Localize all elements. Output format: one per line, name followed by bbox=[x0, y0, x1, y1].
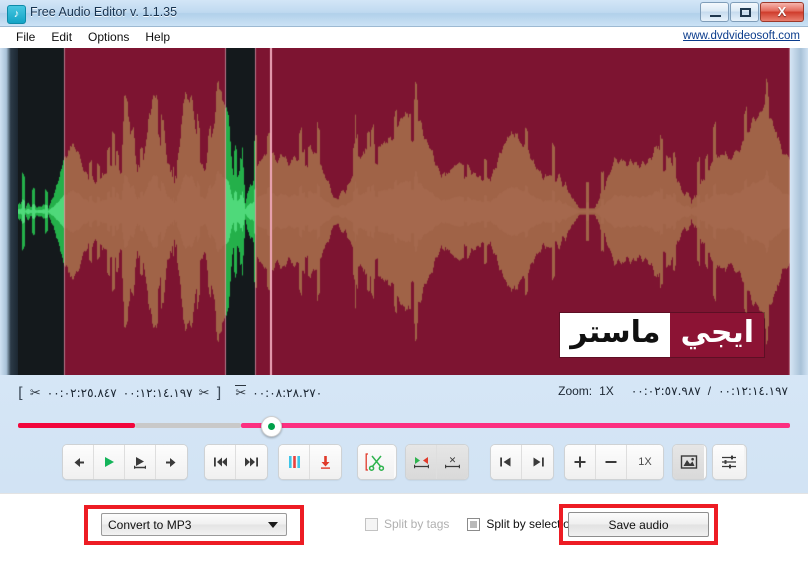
bracket-open: [ bbox=[18, 384, 24, 402]
minimize-icon bbox=[710, 15, 721, 17]
slider-segment-remaining bbox=[241, 423, 790, 428]
playback-progress-slider[interactable] bbox=[18, 416, 790, 437]
music-note-icon: ♪ bbox=[7, 5, 26, 24]
cursor-time: ٠٠:٠٨:٢٨.٢٧٠ bbox=[252, 386, 323, 400]
delete-region-button[interactable]: ✕ bbox=[437, 445, 468, 479]
checkbox-box-selections[interactable] bbox=[467, 517, 481, 531]
selection-start-time: ٠٠:٠٢:٢٥.٨٤٧ bbox=[46, 386, 117, 400]
menu-items: File Edit Options Help bbox=[8, 27, 178, 47]
bottom-edge bbox=[0, 556, 808, 560]
close-icon: X bbox=[777, 4, 787, 19]
split-by-tags-checkbox: Split by tags bbox=[365, 517, 449, 531]
zoom-value: 1X bbox=[599, 384, 614, 398]
previous-marker-button[interactable] bbox=[491, 445, 522, 479]
app-window: ♪ Free Audio Editor v. 1.1.35 X File Edi… bbox=[0, 0, 808, 561]
maximize-button[interactable] bbox=[730, 2, 759, 22]
record-button[interactable] bbox=[310, 445, 341, 479]
close-button[interactable]: X bbox=[760, 2, 804, 22]
title-bar: ♪ Free Audio Editor v. 1.1.35 X bbox=[0, 0, 808, 27]
format-select[interactable]: Convert to MP3 bbox=[101, 513, 287, 536]
transport-group-view bbox=[672, 444, 707, 480]
waveform-right-gutter bbox=[790, 48, 808, 375]
playback-position-time: ٠٠:٠٢:٥٧.٩٨٧ bbox=[630, 384, 701, 398]
zoom-info-group: Zoom: 1X ٠٠:٠٢:٥٧.٩٨٧ / ٠٠:١٢:١٤.١٩٧ bbox=[558, 384, 788, 398]
transport-group-settings bbox=[712, 444, 747, 480]
zoom-level-button[interactable]: 1X bbox=[627, 445, 663, 479]
menu-item-help[interactable]: Help bbox=[137, 27, 178, 47]
transport-toolbar: ✕ 1X bbox=[0, 444, 808, 480]
transport-group-playback bbox=[62, 444, 188, 480]
minimize-button[interactable] bbox=[700, 2, 729, 22]
waveform-left-gutter bbox=[0, 48, 18, 375]
spectrum-view-button[interactable] bbox=[673, 445, 704, 479]
scissors-start-icon: ✂ bbox=[29, 385, 41, 401]
menu-item-options[interactable]: Options bbox=[80, 27, 137, 47]
selection-time-group: [ ✂ ٠٠:٠٢:٢٥.٨٤٧ ٠٠:١٢:١٤.١٩٧ ✂ ] ✂ ٠٠:٠… bbox=[18, 384, 322, 402]
slider-knob[interactable] bbox=[261, 416, 282, 437]
save-audio-button[interactable]: Save audio bbox=[568, 512, 709, 537]
time-info-row: [ ✂ ٠٠:٠٢:٢٥.٨٤٧ ٠٠:١٢:١٤.١٩٧ ✂ ] ✂ ٠٠:٠… bbox=[0, 382, 808, 408]
transport-group-skip bbox=[204, 444, 268, 480]
total-duration-time: ٠٠:١٢:١٤.١٩٧ bbox=[718, 384, 788, 398]
transport-group-pause-record bbox=[278, 444, 342, 480]
split-by-tags-label: Split by tags bbox=[384, 517, 450, 531]
play-button[interactable] bbox=[94, 445, 125, 479]
slider-segment-played bbox=[18, 423, 135, 428]
step-back-button[interactable] bbox=[63, 445, 94, 479]
select-region-button[interactable] bbox=[406, 445, 437, 479]
zoom-out-button[interactable] bbox=[596, 445, 627, 479]
maximize-icon bbox=[740, 8, 751, 17]
chevron-down-icon[interactable] bbox=[264, 514, 282, 535]
svg-text:✕: ✕ bbox=[449, 456, 457, 466]
transport-group-zoom: 1X bbox=[564, 444, 664, 480]
time-separator: / bbox=[707, 384, 712, 398]
step-forward-button[interactable] bbox=[156, 445, 187, 479]
menu-item-file[interactable]: File bbox=[8, 27, 43, 47]
zoom-level-label: 1X bbox=[638, 456, 652, 468]
format-select-value: Convert to MP3 bbox=[108, 517, 192, 532]
brand-website-link[interactable]: www.dvdvideosoft.com bbox=[683, 30, 800, 42]
next-marker-button[interactable] bbox=[522, 445, 553, 479]
skip-to-end-button[interactable] bbox=[236, 445, 267, 479]
transport-group-selection-tools: ✕ bbox=[405, 444, 469, 480]
transport-group-cut bbox=[357, 444, 397, 480]
watermark-text-right: ايجي bbox=[670, 313, 764, 357]
waveform-display[interactable]: ماستر ايجي bbox=[18, 48, 790, 375]
selection-end-time: ٠٠:١٢:١٤.١٩٧ bbox=[122, 386, 193, 400]
zoom-in-button[interactable] bbox=[565, 445, 596, 479]
zoom-label: Zoom: bbox=[558, 384, 593, 398]
effects-settings-button[interactable] bbox=[713, 445, 744, 479]
menu-bar: File Edit Options Help www.dvdvideosoft.… bbox=[0, 27, 808, 49]
window-controls: X bbox=[699, 2, 804, 24]
skip-to-start-button[interactable] bbox=[205, 445, 236, 479]
transport-group-marker-nav bbox=[490, 444, 554, 480]
play-selection-button[interactable] bbox=[125, 445, 156, 479]
window-title: Free Audio Editor v. 1.1.35 bbox=[30, 5, 178, 19]
menu-item-edit[interactable]: Edit bbox=[43, 27, 80, 47]
split-options: Split by tags Split by selections bbox=[365, 517, 582, 531]
bracket-close: ] bbox=[215, 384, 222, 402]
checkbox-box-tags bbox=[365, 517, 378, 531]
scissors-cursor-icon: ✂ bbox=[235, 385, 247, 401]
pause-button[interactable] bbox=[279, 445, 310, 479]
watermark-logo: ماستر ايجي bbox=[560, 313, 764, 357]
scissors-end-icon: ✂ bbox=[198, 385, 210, 401]
slider-segment-track bbox=[135, 423, 241, 428]
cut-selection-button[interactable] bbox=[358, 445, 394, 479]
watermark-text-left: ماستر bbox=[560, 313, 671, 357]
